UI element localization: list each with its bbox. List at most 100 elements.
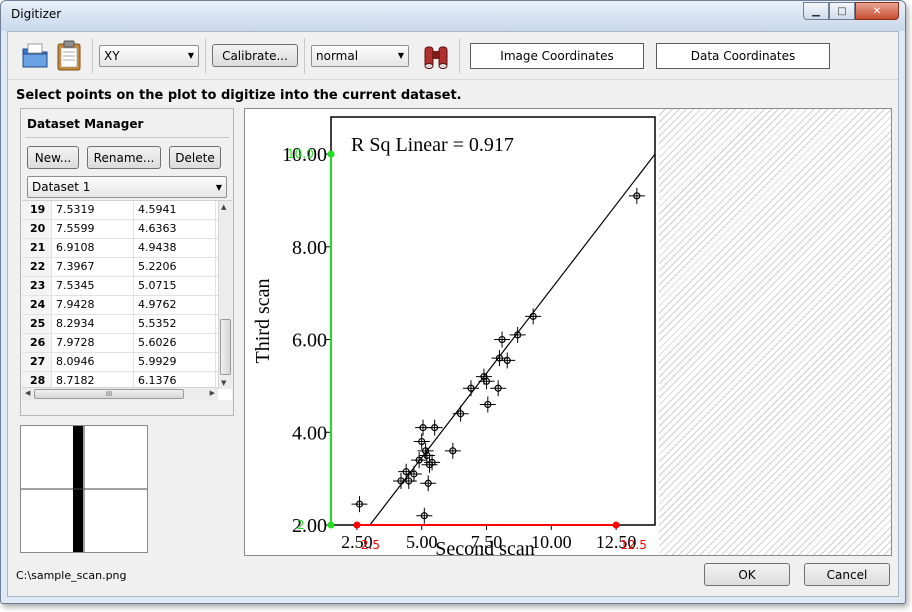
toolbar: XY ▼ Calibrate... normal ▼ Image Coordin… (8, 32, 898, 80)
plot-canvas[interactable]: R Sq Linear = 0.917 Second scan Third sc… (244, 108, 892, 556)
minimize-button[interactable]: ▁ (803, 2, 829, 20)
ok-button[interactable]: OK (704, 563, 790, 586)
table-row[interactable]: 20 7.5599 4.6363 (22, 220, 218, 239)
y-value-cell[interactable]: 5.6026 (134, 334, 216, 352)
scroll-right-icon[interactable]: ▶ (210, 389, 215, 397)
chevron-down-icon: ▼ (215, 182, 222, 192)
rename-dataset-button[interactable]: Rename... (87, 146, 161, 169)
window-title: Digitizer (11, 7, 62, 21)
y-value-cell[interactable]: 5.9929 (134, 353, 216, 371)
dataset-manager: Dataset Manager New... Rename... Delete … (20, 108, 234, 416)
scroll-left-icon[interactable]: ◀ (25, 389, 30, 397)
toolbar-separator (92, 37, 93, 74)
x-value-cell[interactable]: 7.5319 (52, 201, 134, 219)
x-calibration-right-label: 12.5 (620, 538, 647, 552)
y-value-cell[interactable]: 5.0715 (134, 277, 216, 295)
dataset-select-value: Dataset 1 (32, 180, 91, 194)
out-of-image-area (659, 109, 891, 555)
x-value-cell[interactable]: 8.0946 (52, 353, 134, 371)
status-file-path: C:\sample_scan.png (16, 569, 127, 582)
y-calibration-top-label: 10.0 (287, 147, 314, 161)
magnifier-view (20, 425, 148, 553)
y-tick-label: 8.00 (292, 237, 327, 259)
instruction-text: Select points on the plot to digitize in… (16, 88, 462, 103)
y-value-cell[interactable]: 4.9438 (134, 239, 216, 257)
row-index[interactable]: 24 (22, 296, 52, 314)
y-calibration-point-bottom[interactable] (327, 521, 335, 529)
calibrate-button[interactable]: Calibrate... (212, 44, 298, 67)
client-area: XY ▼ Calibrate... normal ▼ Image Coordin… (7, 31, 899, 597)
x-value-cell[interactable]: 6.9108 (52, 239, 134, 257)
new-dataset-button[interactable]: New... (27, 146, 79, 169)
scroll-up-icon[interactable]: ▲ (221, 203, 226, 211)
table-row[interactable]: 27 8.0946 5.9929 (22, 353, 218, 372)
cancel-button[interactable]: Cancel (804, 563, 890, 586)
x-tick-label: 5.00 (406, 532, 438, 552)
table-row[interactable]: 24 7.9428 4.9762 (22, 296, 218, 315)
y-value-cell[interactable]: 4.5941 (134, 201, 216, 219)
y-tick-label: 6.00 (292, 330, 327, 352)
scroll-down-icon[interactable]: ▼ (221, 379, 226, 387)
row-index[interactable]: 27 (22, 353, 52, 371)
clipboard-icon[interactable] (52, 37, 86, 75)
row-index[interactable]: 22 (22, 258, 52, 276)
x-value-cell[interactable]: 8.2934 (52, 315, 134, 333)
row-index[interactable]: 20 (22, 220, 52, 238)
dataset-select[interactable]: Dataset 1 ▼ (27, 176, 227, 198)
chevron-down-icon: ▼ (397, 51, 404, 60)
delete-dataset-button[interactable]: Delete (169, 146, 221, 169)
table-row[interactable]: 25 8.2934 5.5352 (22, 315, 218, 334)
y-value-cell[interactable]: 5.5352 (134, 315, 216, 333)
data-coordinates-display: Data Coordinates (656, 42, 830, 69)
scroll-thumb[interactable] (220, 319, 231, 375)
divider (25, 137, 229, 138)
x-calibration-point-right[interactable] (612, 521, 620, 529)
scale-value: normal (316, 48, 359, 63)
close-button[interactable]: ✕ (855, 2, 899, 20)
x-value-cell[interactable]: 7.5345 (52, 277, 134, 295)
x-tick-label: 10.00 (531, 532, 572, 552)
y-tick-group: 2.004.006.008.0010.00 (282, 144, 331, 537)
mode-value: XY (104, 48, 120, 63)
x-value-cell[interactable]: 7.9728 (52, 334, 134, 352)
dialog-buttons: OK Cancel (704, 563, 890, 586)
plot-image[interactable]: R Sq Linear = 0.917 Second scan Third sc… (245, 109, 659, 556)
chevron-down-icon: ▼ (187, 51, 194, 60)
row-index[interactable]: 25 (22, 315, 52, 333)
dataset-manager-title: Dataset Manager (27, 117, 144, 131)
y-calibration-bottom-label: 2 (297, 518, 305, 532)
table-body: 19 7.5319 4.5941 20 7.5599 4.6363 21 6.9108 4.94… (22, 201, 218, 400)
x-tick-label: 7.50 (471, 532, 503, 552)
vertical-scrollbar[interactable]: ▲ ▼ (218, 201, 232, 389)
dataset-table: 19 7.5319 4.5941 20 7.5599 4.6363 21 6.9108 4.94… (22, 200, 232, 400)
row-index[interactable]: 26 (22, 334, 52, 352)
table-row[interactable]: 23 7.5345 5.0715 (22, 277, 218, 296)
folder-icon[interactable] (18, 37, 52, 75)
y-calibration-point-top[interactable] (327, 150, 335, 158)
digitizer-window: Digitizer ▁ □ ✕ XY ▼ Calibrate... normal… (0, 0, 906, 604)
x-calibration-point-left[interactable] (353, 521, 361, 529)
x-value-cell[interactable]: 7.5599 (52, 220, 134, 238)
row-index[interactable]: 23 (22, 277, 52, 295)
scroll-thumb-horizontal[interactable]: III (34, 389, 184, 399)
x-value-cell[interactable]: 7.3967 (52, 258, 134, 276)
table-row[interactable]: 21 6.9108 4.9438 (22, 239, 218, 258)
magnifier-graphic (21, 426, 147, 552)
x-value-cell[interactable]: 7.9428 (52, 296, 134, 314)
dataset-buttons: New... Rename... Delete (27, 146, 221, 169)
maximize-button[interactable]: □ (829, 2, 855, 20)
scale-select[interactable]: normal ▼ (311, 44, 409, 67)
table-row[interactable]: 26 7.9728 5.6026 (22, 334, 218, 353)
y-value-cell[interactable]: 4.6363 (134, 220, 216, 238)
y-axis-label: Third scan (252, 279, 274, 364)
y-value-cell[interactable]: 4.9762 (134, 296, 216, 314)
binoculars-icon[interactable] (419, 37, 453, 75)
mode-select[interactable]: XY ▼ (99, 44, 199, 67)
y-value-cell[interactable]: 5.2206 (134, 258, 216, 276)
table-row[interactable]: 22 7.3967 5.2206 (22, 258, 218, 277)
horizontal-scrollbar[interactable]: ◀ III ▶ (22, 387, 218, 400)
row-index[interactable]: 21 (22, 239, 52, 257)
table-row[interactable]: 19 7.5319 4.5941 (22, 201, 218, 220)
row-index[interactable]: 19 (22, 201, 52, 219)
image-coordinates-display: Image Coordinates (470, 42, 644, 69)
